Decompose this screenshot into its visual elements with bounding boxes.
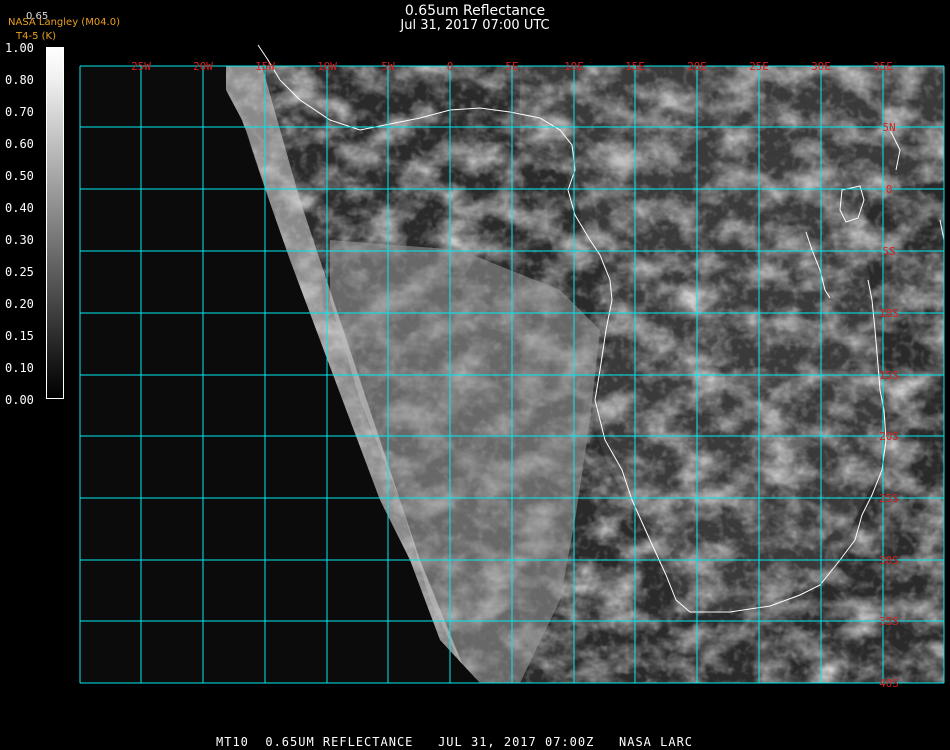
colorbar-tick-label: 0.20 — [5, 297, 34, 311]
latitude-label: 40S — [879, 677, 899, 690]
longitude-label: 20W — [193, 60, 213, 73]
longitude-label: 25E — [749, 60, 769, 73]
latitude-label: 25S — [879, 492, 899, 505]
latitude-label: 35S — [879, 615, 899, 628]
longitude-label: 15E — [625, 60, 645, 73]
colorbar-tick-label: 0.70 — [5, 105, 34, 119]
latitude-label: 10S — [879, 307, 899, 320]
image-title: 0.65um Reflectance — [404, 3, 546, 19]
colorbar-tick-label: 0.30 — [5, 233, 34, 247]
longitude-label: 30E — [811, 60, 831, 73]
longitude-label: 5W — [381, 60, 395, 73]
latitude-label: 0 — [886, 183, 893, 196]
longitude-label: 35E — [873, 60, 893, 73]
latitude-label: 15S — [879, 369, 899, 382]
longitude-label: 10E — [564, 60, 584, 73]
latitude-label: 20S — [879, 430, 899, 443]
longitude-label: 0 — [447, 60, 454, 73]
longitude-label: 25W — [131, 60, 151, 73]
colorbar-tick-label: 0.25 — [5, 265, 34, 279]
colorbar — [46, 47, 64, 399]
colorbar-tick-label: 0.40 — [5, 201, 34, 215]
colorbar-tick-label: 0.60 — [5, 137, 34, 151]
longitude-label: 10W — [317, 60, 337, 73]
latitude-label: 5S — [882, 245, 895, 258]
credit-label: NASA Langley (M04.0) — [8, 17, 120, 28]
colorbar-tick-label: 0.00 — [5, 393, 34, 407]
longitude-label: 5E — [505, 60, 518, 73]
colorbar-tick-label: 0.50 — [5, 169, 34, 183]
colorbar-tick-label: 1.00 — [5, 41, 34, 55]
colorbar-tick-label: 0.80 — [5, 73, 34, 87]
colorbar-tick-label: 0.10 — [5, 361, 34, 375]
latitude-label: 30S — [879, 554, 899, 567]
longitude-label: 20E — [687, 60, 707, 73]
satellite-map: 25W 20W 15W 10W 5W 0 5E 10E 15E 20E 25E 30E 35E 5N 0 5… — [79, 44, 945, 690]
image-datetime: Jul 31, 2017 07:00 UTC — [400, 18, 550, 33]
latitude-label: 5N — [882, 121, 895, 134]
colorbar-tick-label: 0.15 — [5, 329, 34, 343]
longitude-label: 15W — [255, 60, 275, 73]
footer-caption: MT10 0.65UM REFLECTANCE JUL 31, 2017 07:… — [216, 735, 694, 749]
